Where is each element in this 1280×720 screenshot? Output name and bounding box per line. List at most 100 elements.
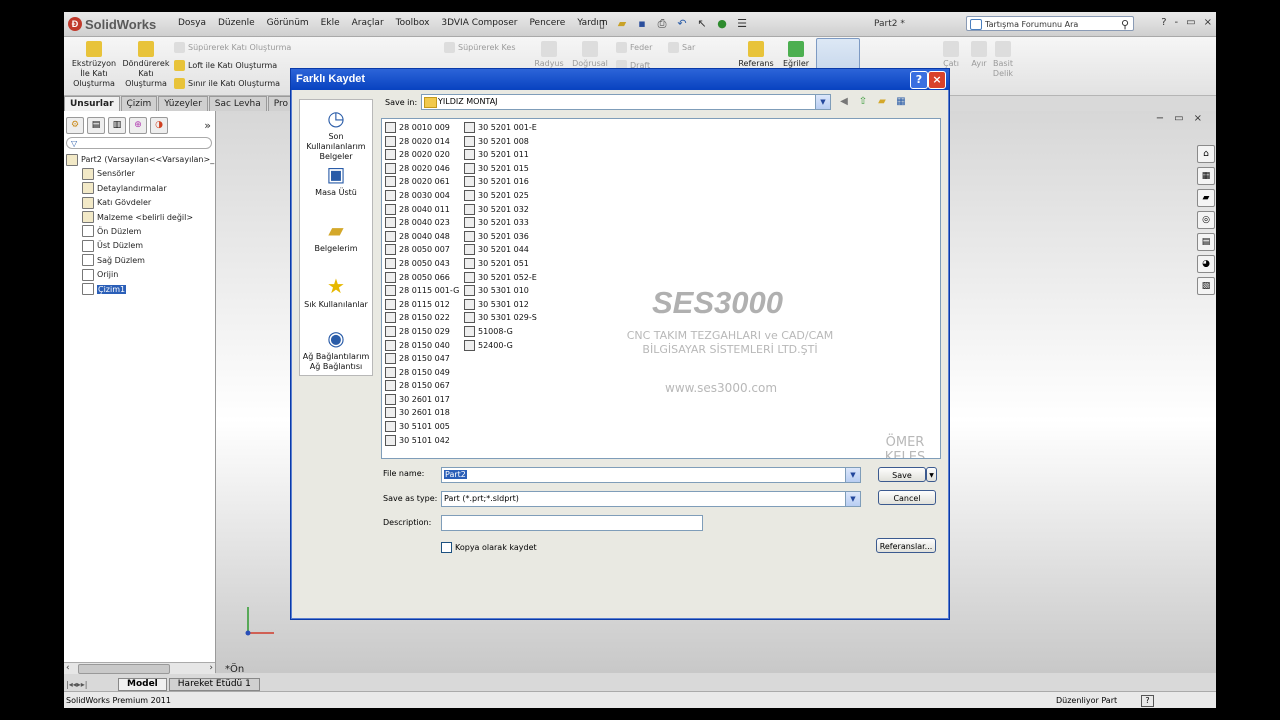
help-icon[interactable]: ? (1161, 17, 1166, 28)
file-item[interactable]: 30 5201 001-E (464, 121, 537, 135)
file-item[interactable]: 30 5301 012 (464, 298, 537, 312)
menu-file[interactable]: Dosya (172, 18, 212, 28)
tree-item-part[interactable]: Part2 (Varsayılan<<Varsayılan>_ (66, 153, 214, 167)
file-item[interactable]: 30 2601 017 (385, 393, 459, 407)
search-icon[interactable]: ⚲ (1121, 17, 1129, 32)
file-item[interactable]: 28 0020 014 (385, 135, 459, 149)
home-icon[interactable]: ⌂ (1197, 145, 1215, 163)
tab-surfaces[interactable]: Yüzeyler (158, 96, 208, 111)
file-item[interactable]: 28 0150 047 (385, 352, 459, 366)
dimxpert-icon[interactable]: ⊕ (129, 117, 147, 134)
file-item[interactable]: 28 0020 061 (385, 175, 459, 189)
file-item[interactable]: 28 0040 023 (385, 216, 459, 230)
menu-3dvia[interactable]: 3DVIA Composer (435, 18, 523, 28)
save-icon[interactable]: ▪ (634, 16, 650, 32)
file-item[interactable]: 28 0115 001-G (385, 284, 459, 298)
split-button[interactable]: Ayır (968, 41, 990, 69)
tab-sketch[interactable]: Çizim (120, 96, 158, 111)
file-item[interactable]: 30 5201 015 (464, 162, 537, 176)
scroll-left-icon[interactable]: ‹ (66, 663, 70, 673)
references-button[interactable]: Referanslar... (876, 538, 936, 553)
file-item[interactable]: 52400-G (464, 339, 537, 353)
dome-button[interactable]: Çatı (938, 41, 964, 69)
linear-pattern-button[interactable]: Doğrusal (572, 41, 608, 69)
open-icon[interactable]: ▰ (614, 16, 630, 32)
tree-item-top-plane[interactable]: Üst Düzlem (66, 239, 214, 253)
file-explorer-icon[interactable]: ▰ (1197, 189, 1215, 207)
rib-button[interactable]: Feder (616, 42, 652, 53)
file-item[interactable]: 30 5201 016 (464, 175, 537, 189)
place-recent[interactable]: ◷ Son Kullanılanlarım Belgeler (300, 106, 372, 162)
close-button[interactable]: × (1204, 17, 1212, 28)
file-item[interactable]: 28 0115 012 (385, 298, 459, 312)
minimize-icon[interactable]: − (1156, 113, 1164, 124)
close-icon[interactable]: × (1194, 113, 1202, 124)
options-icon[interactable]: ☰ (734, 16, 750, 32)
restore-icon[interactable]: ▭ (1174, 113, 1183, 124)
sweep-button[interactable]: Süpürerek Katı Oluşturma (174, 42, 291, 53)
place-desktop[interactable]: ▣ Masa Üstü (300, 162, 372, 198)
property-manager-icon[interactable]: ▤ (87, 117, 105, 134)
rebuild-icon[interactable]: ● (714, 16, 730, 32)
select-icon[interactable]: ↖ (694, 16, 710, 32)
menu-tools[interactable]: Araçlar (346, 18, 390, 28)
undo-icon[interactable]: ↶ (674, 16, 690, 32)
tab-nav-arrows[interactable]: |◂◂▸▸| (64, 680, 118, 689)
file-item[interactable]: 30 5301 010 (464, 284, 537, 298)
place-network[interactable]: ◉ Ağ Bağlantılarım Ağ Bağlantısı (300, 326, 372, 372)
file-item[interactable]: 28 0150 022 (385, 311, 459, 325)
file-item[interactable]: 30 5201 052-E (464, 271, 537, 285)
view-menu-icon[interactable]: ▦ (894, 95, 908, 109)
extrude-button[interactable]: Ekstrüzyon İle Katı Oluşturma (68, 41, 120, 89)
place-documents[interactable]: ▰ Belgelerim (300, 218, 372, 254)
tab-sheet-metal[interactable]: Sac Levha (208, 96, 267, 111)
checkbox-icon[interactable] (441, 542, 452, 553)
tree-item-right-plane[interactable]: Sağ Düzlem (66, 254, 214, 268)
file-item[interactable]: 28 0020 046 (385, 162, 459, 176)
file-item[interactable]: 30 5201 025 (464, 189, 537, 203)
tree-filter-input[interactable]: ▽ (66, 137, 212, 149)
forum-search-input[interactable]: Tartışma Forumunu Ara ⚲ (966, 16, 1134, 31)
dialog-close-button[interactable]: × (928, 71, 946, 89)
new-folder-icon[interactable]: ▰ (875, 95, 889, 109)
tree-item-sensors[interactable]: Sensörler (66, 167, 214, 181)
file-item[interactable]: 28 0050 066 (385, 271, 459, 285)
file-item[interactable]: 51008-G (464, 325, 537, 339)
up-folder-icon[interactable]: ⇧ (856, 95, 870, 109)
file-item[interactable]: 28 0150 029 (385, 325, 459, 339)
file-item[interactable]: 28 0010 009 (385, 121, 459, 135)
file-item[interactable]: 30 5201 051 (464, 257, 537, 271)
status-help-icon[interactable]: ? (1141, 695, 1154, 707)
place-favorites[interactable]: ★ Sık Kullanılanlar (300, 274, 372, 310)
save-type-select[interactable]: Part (*.prt;*.sldprt) ▼ (441, 491, 861, 507)
resources-icon[interactable]: ▦ (1197, 167, 1215, 185)
file-item[interactable]: 30 5201 032 (464, 203, 537, 217)
reference-geometry-button[interactable]: Referans (736, 41, 776, 69)
restore-button[interactable]: ▭ (1186, 17, 1195, 28)
description-input[interactable] (441, 515, 703, 531)
dialog-help-button[interactable]: ? (910, 71, 928, 89)
solidworks-logo[interactable]: Ð SolidWorks (68, 15, 156, 33)
file-item[interactable]: 28 0040 048 (385, 230, 459, 244)
menu-view[interactable]: Görünüm (261, 18, 315, 28)
file-item[interactable]: 28 0030 004 (385, 189, 459, 203)
file-item[interactable]: 28 0150 067 (385, 379, 459, 393)
file-item[interactable]: 30 5201 033 (464, 216, 537, 230)
file-item[interactable]: 28 0020 020 (385, 148, 459, 162)
feature-tree-icon[interactable]: ⚙ (66, 117, 84, 134)
curves-button[interactable]: Eğriler (780, 41, 812, 69)
save-button[interactable]: Save (878, 467, 926, 482)
save-in-dropdown[interactable]: YILDIZ MONTAJ ▼ (421, 94, 831, 110)
expand-chevron-icon[interactable]: » (204, 119, 211, 132)
menu-insert[interactable]: Ekle (315, 18, 346, 28)
file-item[interactable]: 28 0050 007 (385, 243, 459, 257)
file-item[interactable]: 28 0040 011 (385, 203, 459, 217)
minimize-button[interactable]: - (1175, 17, 1179, 28)
scroll-right-icon[interactable]: › (209, 663, 213, 673)
print-icon[interactable]: ⎙ (654, 16, 670, 32)
tab-model[interactable]: Model (118, 677, 167, 691)
file-item[interactable]: 30 5201 044 (464, 243, 537, 257)
new-icon[interactable]: ▯ (594, 16, 610, 32)
file-item[interactable]: 28 0050 043 (385, 257, 459, 271)
file-item[interactable]: 28 0150 040 (385, 339, 459, 353)
